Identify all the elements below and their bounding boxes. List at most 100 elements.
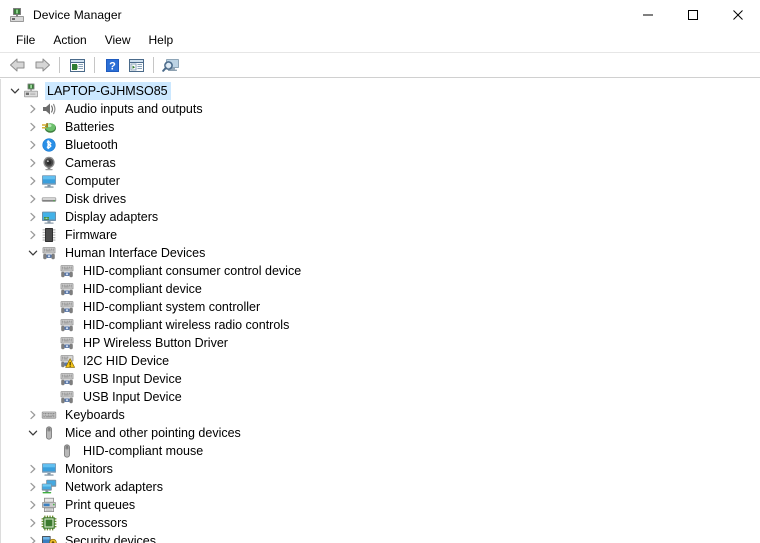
tree-node[interactable]: Processors <box>1 514 760 532</box>
chevron-down-icon[interactable] <box>25 425 41 441</box>
chevron-right-icon[interactable] <box>25 407 41 423</box>
tree-node-label: Security devices <box>65 534 157 543</box>
tree-node-label: Disk drives <box>65 192 127 206</box>
toolbar: ? <box>0 52 760 78</box>
tree-node[interactable]: Cameras <box>1 154 760 172</box>
hid-warning-icon <box>59 353 75 369</box>
computer-node-icon <box>23 83 39 99</box>
tree-node[interactable]: Audio inputs and outputs <box>1 100 760 118</box>
menu-item-file[interactable]: File <box>7 31 44 51</box>
chevron-right-icon[interactable] <box>25 119 41 135</box>
keyboard-icon <box>41 407 57 423</box>
chevron-right-icon[interactable] <box>25 155 41 171</box>
tree-node[interactable]: HID-compliant mouse <box>1 442 760 460</box>
back-button[interactable] <box>6 54 30 76</box>
scan-hardware-changes-button[interactable] <box>159 54 183 76</box>
close-button[interactable] <box>715 0 760 29</box>
tree-node[interactable]: Human Interface Devices <box>1 244 760 262</box>
chevron-right-icon[interactable] <box>25 479 41 495</box>
bluetooth-icon <box>41 137 57 153</box>
properties-button[interactable] <box>65 54 89 76</box>
hid-icon <box>41 245 57 261</box>
firmware-chip-icon <box>41 227 57 243</box>
chevron-right-icon[interactable] <box>25 533 41 543</box>
tree-node-label: HID-compliant system controller <box>83 300 261 314</box>
tree-node-label: Print queues <box>65 498 136 512</box>
tree-node[interactable]: Mice and other pointing devices <box>1 424 760 442</box>
tree-node[interactable]: Security devices <box>1 532 760 543</box>
tree-node-label: Batteries <box>65 120 115 134</box>
update-driver-button[interactable] <box>124 54 148 76</box>
tree-node[interactable]: Network adapters <box>1 478 760 496</box>
tree-node[interactable]: Display adapters <box>1 208 760 226</box>
chevron-down-icon[interactable] <box>7 83 23 99</box>
tree-node[interactable]: I2C HID Device <box>1 352 760 370</box>
tree-node[interactable]: Keyboards <box>1 406 760 424</box>
printer-icon <box>41 497 57 513</box>
chevron-right-icon[interactable] <box>25 137 41 153</box>
tree-node-label: HID-compliant mouse <box>83 444 204 458</box>
chevron-right-icon[interactable] <box>25 173 41 189</box>
title-bar: Device Manager <box>0 0 760 29</box>
chevron-right-icon[interactable] <box>25 515 41 531</box>
tree-node[interactable]: USB Input Device <box>1 388 760 406</box>
device-tree-panel[interactable]: LAPTOP-GJHMSO85 Audio inputs and outputs… <box>0 79 760 543</box>
menu-item-view[interactable]: View <box>96 31 140 51</box>
display-adapter-icon <box>41 209 57 225</box>
tree-node-label: HID-compliant consumer control device <box>83 264 302 278</box>
battery-icon <box>41 119 57 135</box>
tree-node[interactable]: USB Input Device <box>1 370 760 388</box>
tree-node[interactable]: Computer <box>1 172 760 190</box>
tree-node[interactable]: LAPTOP-GJHMSO85 <box>1 82 760 100</box>
chevron-right-icon[interactable] <box>25 461 41 477</box>
tree-node-label: USB Input Device <box>83 390 182 404</box>
tree-node[interactable]: HID-compliant device <box>1 280 760 298</box>
tree-node-label: Firmware <box>65 228 118 242</box>
hid-icon <box>59 263 75 279</box>
disk-drive-icon <box>41 191 57 207</box>
help-button[interactable]: ? <box>100 54 124 76</box>
tree-node[interactable]: HP Wireless Button Driver <box>1 334 760 352</box>
camera-icon <box>41 155 57 171</box>
tree-node[interactable]: Bluetooth <box>1 136 760 154</box>
chevron-right-icon[interactable] <box>25 101 41 117</box>
tree-node[interactable]: Print queues <box>1 496 760 514</box>
tree-node-label: Processors <box>65 516 128 530</box>
tree-node[interactable]: HID-compliant consumer control device <box>1 262 760 280</box>
chevron-down-icon[interactable] <box>25 245 41 261</box>
tree-node-label: Human Interface Devices <box>65 246 206 260</box>
tree-node[interactable]: Disk drives <box>1 190 760 208</box>
speaker-icon <box>41 101 57 117</box>
toolbar-separator-2 <box>94 57 95 73</box>
tree-node-label: Bluetooth <box>65 138 118 152</box>
chevron-right-icon[interactable] <box>25 191 41 207</box>
mouse-icon <box>59 443 75 459</box>
chevron-right-icon[interactable] <box>25 209 41 225</box>
tree-node-label: Mice and other pointing devices <box>65 426 241 440</box>
minimize-button[interactable] <box>625 0 670 29</box>
tree-node-label: I2C HID Device <box>83 354 170 368</box>
tree-node[interactable]: Firmware <box>1 226 760 244</box>
tree-node[interactable]: Batteries <box>1 118 760 136</box>
chevron-right-icon[interactable] <box>25 497 41 513</box>
toolbar-separator-1 <box>59 57 60 73</box>
tree-node[interactable]: Monitors <box>1 460 760 478</box>
chevron-right-icon[interactable] <box>25 227 41 243</box>
tree-node[interactable]: HID-compliant wireless radio controls <box>1 316 760 334</box>
maximize-button[interactable] <box>670 0 715 29</box>
menu-item-action[interactable]: Action <box>44 31 95 51</box>
tree-node-label: LAPTOP-GJHMSO85 <box>45 82 171 100</box>
window-title: Device Manager <box>33 7 122 22</box>
menu-item-help[interactable]: Help <box>140 31 183 51</box>
tree-node-label: HID-compliant wireless radio controls <box>83 318 290 332</box>
forward-button[interactable] <box>30 54 54 76</box>
tree-node-label: Display adapters <box>65 210 159 224</box>
hid-icon <box>59 317 75 333</box>
tree-node[interactable]: HID-compliant system controller <box>1 298 760 316</box>
